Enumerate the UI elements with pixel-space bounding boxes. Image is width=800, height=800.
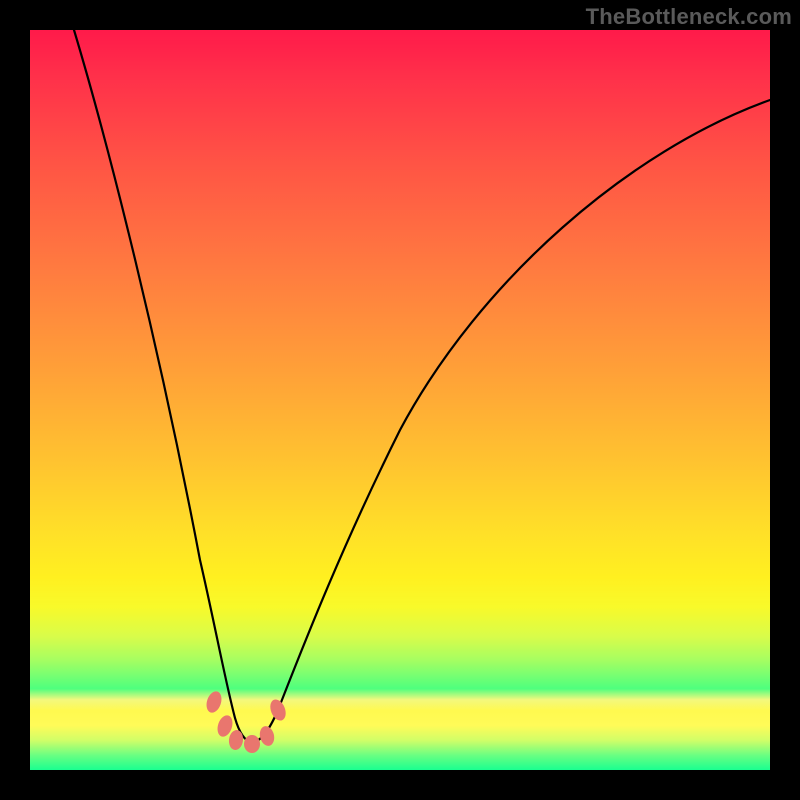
curve-path <box>74 30 770 742</box>
marker-dot <box>228 729 245 751</box>
marker-dot <box>258 725 276 748</box>
bottleneck-curve <box>30 30 770 770</box>
marker-dot <box>244 735 260 753</box>
marker-dot <box>267 697 288 723</box>
marker-dot <box>204 689 224 714</box>
plot-area <box>30 30 770 770</box>
brand-watermark: TheBottleneck.com <box>586 4 792 30</box>
